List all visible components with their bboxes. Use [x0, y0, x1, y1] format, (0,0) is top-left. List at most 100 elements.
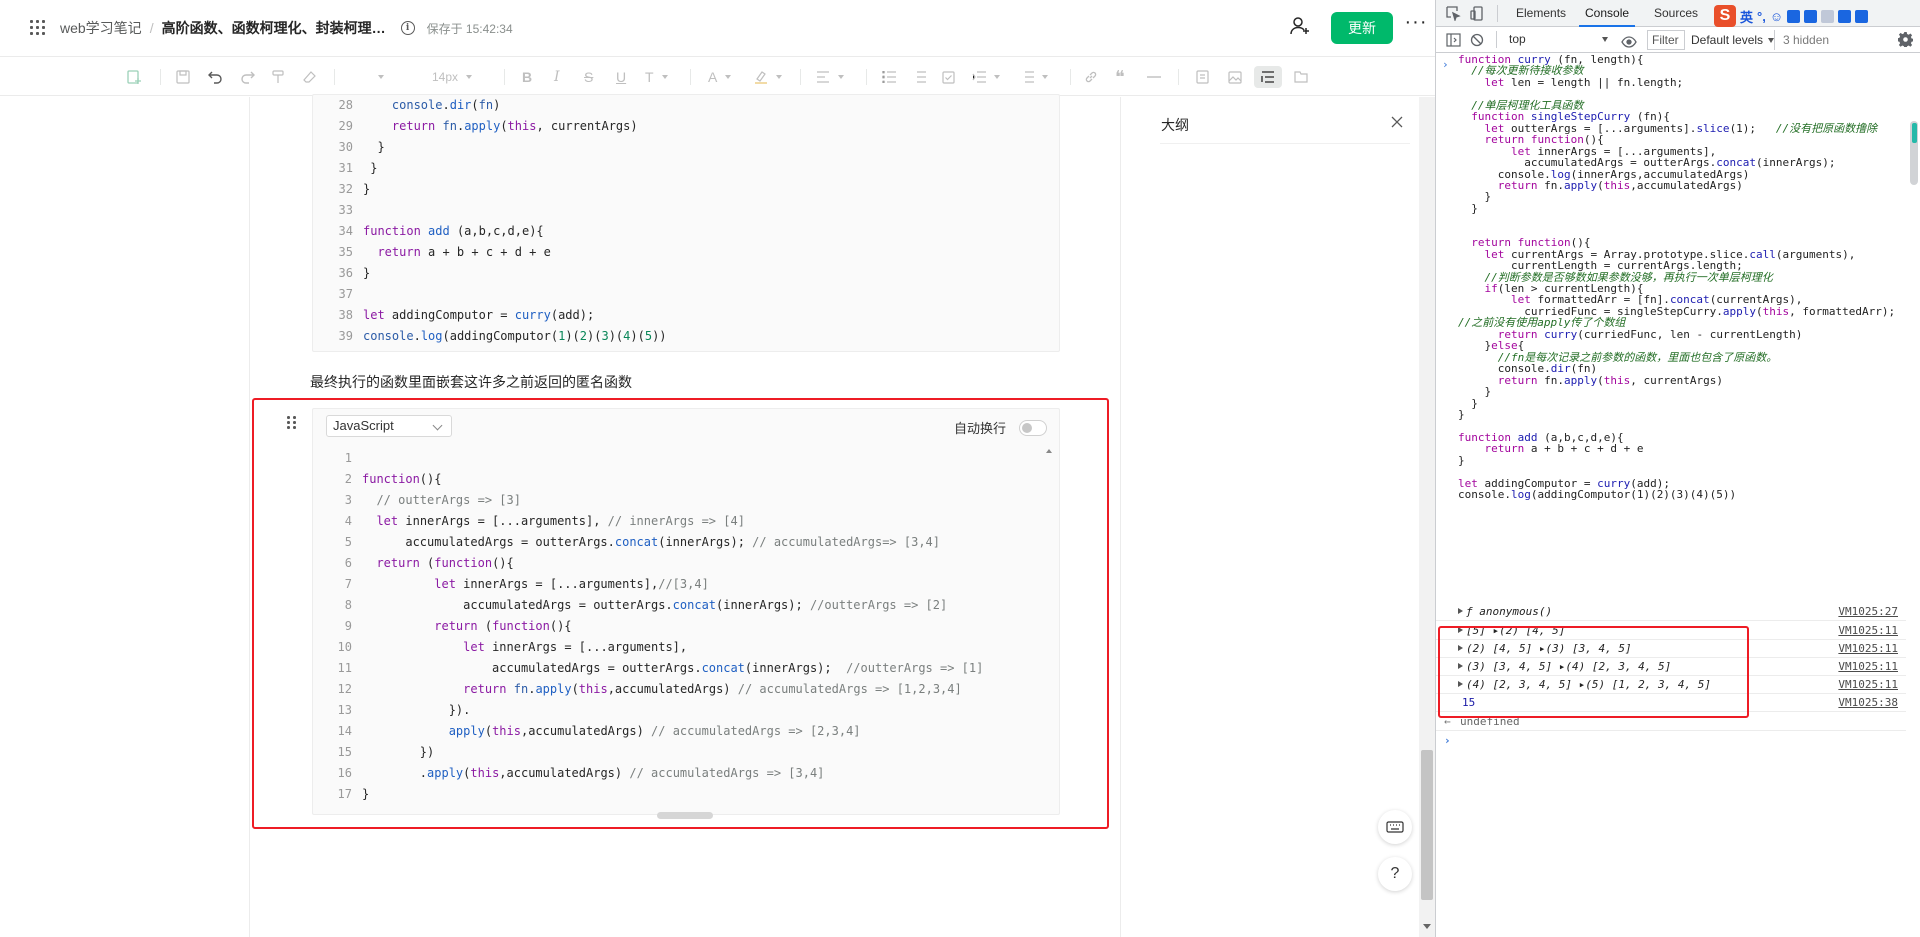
console-log-entry[interactable]: [5] ▸(2) [4, 5] VM1025:11 — [1436, 622, 1906, 640]
code-line[interactable]: 13 }). — [312, 700, 1052, 720]
code-line[interactable]: 16 .apply(this,accumulatedArgs) // accum… — [312, 763, 1052, 783]
more-options-button[interactable]: ··· — [1404, 12, 1428, 38]
page-scroll-thumb[interactable] — [1421, 750, 1433, 900]
font-size-dropdown[interactable]: 14px — [432, 66, 473, 88]
code-line[interactable]: 29 return fn.apply(this, currentArgs) — [313, 116, 1053, 136]
expand-arrow-icon[interactable] — [1458, 645, 1463, 651]
tab-console[interactable]: Console — [1579, 0, 1636, 27]
ime-language[interactable]: 英 — [1740, 7, 1753, 26]
doc-title[interactable]: 高阶函数、函数柯理化、封装柯理化工具函数 — [162, 18, 387, 38]
code-line[interactable]: 10 let innerArgs = [...arguments], — [312, 637, 1052, 657]
console-source-link[interactable]: VM1025:11 — [1838, 676, 1898, 694]
code-horizontal-scrollbar[interactable] — [657, 812, 713, 819]
bullet-list-icon[interactable] — [882, 66, 896, 88]
scroll-down-icon[interactable] — [1423, 924, 1431, 929]
expand-arrow-icon[interactable] — [1458, 663, 1463, 669]
code-text[interactable]: console.dir(fn) — [363, 95, 500, 115]
code-text[interactable]: } — [362, 784, 369, 804]
grid-menu-icon[interactable] — [30, 20, 46, 36]
more-text-style-icon[interactable]: T — [645, 66, 668, 88]
code-text[interactable]: return a + b + c + d + e — [363, 242, 550, 262]
code-line[interactable]: 12 return fn.apply(this,accumulatedArgs)… — [312, 679, 1052, 699]
code-line[interactable]: 28 console.dir(fn) — [313, 95, 1053, 115]
code-text[interactable]: accumulatedArgs = outterArgs.concat(inne… — [362, 595, 947, 615]
task-list-icon[interactable] — [942, 66, 955, 88]
expand-arrow-icon[interactable] — [1458, 608, 1463, 614]
ime-emoji-icon[interactable]: ☺ — [1770, 9, 1783, 24]
code-line[interactable]: 35 return a + b + c + d + e — [313, 242, 1053, 262]
console-log-entry[interactable]: ƒ anonymous() VM1025:27 — [1436, 603, 1906, 621]
console-source-link[interactable]: VM1025:11 — [1838, 640, 1898, 658]
expand-arrow-icon[interactable] — [1458, 627, 1463, 633]
code-line[interactable]: 34 function add (a,b,c,d,e){ — [313, 221, 1053, 241]
gear-icon[interactable] — [1897, 32, 1914, 49]
code-text[interactable]: return fn.apply(this, currentArgs) — [363, 116, 638, 136]
ime-punct-icon[interactable]: °, — [1757, 9, 1766, 24]
code-line[interactable]: 4 let innerArgs = [...arguments], // inn… — [312, 511, 1052, 531]
indent-icon[interactable] — [972, 66, 1000, 88]
console-input[interactable]: › — [1436, 732, 1906, 750]
underline-icon[interactable]: U — [616, 66, 626, 88]
console-source-link[interactable]: VM1025:11 — [1838, 622, 1898, 640]
code-line[interactable]: 17} — [312, 784, 1052, 804]
sogou-icon[interactable]: S — [1714, 5, 1736, 27]
code-text[interactable]: return fn.apply(this,accumulatedArgs) //… — [362, 679, 962, 699]
code-line[interactable]: 8 accumulatedArgs = outterArgs.concat(in… — [312, 595, 1052, 615]
code-line[interactable]: 9 return (function(){ — [312, 616, 1052, 636]
clear-console-icon[interactable] — [1470, 32, 1485, 47]
bold-icon[interactable]: B — [522, 66, 532, 88]
code-line[interactable]: 33 — [313, 200, 1053, 220]
code-text[interactable]: console.log(addingComputor(1)(2)(3)(4)(5… — [363, 326, 667, 346]
font-color-icon[interactable]: A — [708, 66, 732, 88]
code-line[interactable]: 15 }) — [312, 742, 1052, 762]
auto-wrap-toggle[interactable] — [1019, 420, 1047, 436]
quote-icon[interactable]: ❝ — [1115, 66, 1125, 88]
code-text[interactable]: function(){ — [362, 469, 441, 489]
link-icon[interactable] — [1084, 66, 1098, 88]
code-text[interactable]: let innerArgs = [...arguments], — [362, 637, 687, 657]
code-line[interactable]: 11 accumulatedArgs = outterArgs.concat(i… — [312, 658, 1052, 678]
code-text[interactable]: let addingComputor = curry(add); — [363, 305, 594, 325]
insert-icon[interactable] — [126, 66, 142, 88]
line-height-icon[interactable] — [1020, 66, 1048, 88]
save-icon[interactable] — [176, 66, 190, 88]
undo-icon[interactable] — [208, 66, 223, 88]
code-text[interactable]: accumulatedArgs = outterArgs.concat(inne… — [362, 532, 940, 552]
code-text[interactable]: function add (a,b,c,d,e){ — [363, 221, 544, 241]
align-icon[interactable] — [816, 66, 844, 88]
code-line[interactable]: 32} — [313, 179, 1053, 199]
code-lines-anonymous[interactable]: 1 2 function(){3 // outterArgs => [3] 4 let… — [312, 448, 1060, 810]
image-icon[interactable] — [1228, 66, 1242, 88]
code-text[interactable]: apply(this,accumulatedArgs) // accumulat… — [362, 721, 861, 741]
live-expression-eye-icon[interactable] — [1621, 33, 1637, 48]
code-line[interactable]: 37 — [313, 284, 1053, 304]
divider-icon[interactable] — [1147, 66, 1161, 88]
format-painter-icon[interactable] — [271, 66, 285, 88]
ime-menu-icon[interactable] — [1855, 9, 1869, 23]
code-text[interactable]: } — [363, 263, 370, 283]
drag-handle-icon[interactable] — [286, 415, 298, 431]
code-text[interactable]: let innerArgs = [...arguments], // inner… — [362, 511, 744, 531]
code-line[interactable]: 31 } — [313, 158, 1053, 178]
template-icon[interactable] — [1196, 66, 1209, 88]
code-line[interactable]: 2 function(){ — [312, 469, 1052, 489]
ime-voice-icon[interactable] — [1787, 9, 1801, 23]
console-log-entry[interactable]: (3) [3, 4, 5] ▸(4) [2, 3, 4, 5] VM1025:11 — [1436, 658, 1906, 676]
code-text[interactable]: return (function(){ — [362, 553, 513, 573]
context-select[interactable]: top — [1504, 30, 1612, 49]
ime-keyboard-icon[interactable] — [1804, 9, 1818, 23]
console-source-link[interactable]: VM1025:11 — [1838, 658, 1898, 676]
help-button[interactable]: ? — [1378, 857, 1412, 891]
outline-toggle-icon[interactable] — [1254, 66, 1282, 88]
log-levels-dropdown[interactable]: Default levels — [1691, 30, 1775, 50]
ime-skin-icon[interactable] — [1838, 9, 1852, 23]
keyboard-shortcuts-button[interactable] — [1378, 810, 1412, 844]
expand-arrow-icon[interactable] — [1458, 681, 1463, 687]
tab-elements[interactable]: Elements — [1510, 0, 1572, 27]
console-log-entry[interactable]: (4) [2, 3, 4, 5] ▸(5) [1, 2, 3, 4, 5] VM1… — [1436, 676, 1906, 694]
code-line[interactable]: 1 — [312, 448, 1052, 468]
console-log-entry[interactable]: (2) [4, 5] ▸(3) [3, 4, 5] VM1025:11 — [1436, 640, 1906, 658]
code-scroll-up-icon[interactable] — [1046, 449, 1052, 453]
code-line[interactable]: 14 apply(this,accumulatedArgs) // accumu… — [312, 721, 1052, 741]
code-block-curry[interactable]: 28 console.dir(fn) 29 return fn.apply(thi… — [312, 94, 1060, 352]
